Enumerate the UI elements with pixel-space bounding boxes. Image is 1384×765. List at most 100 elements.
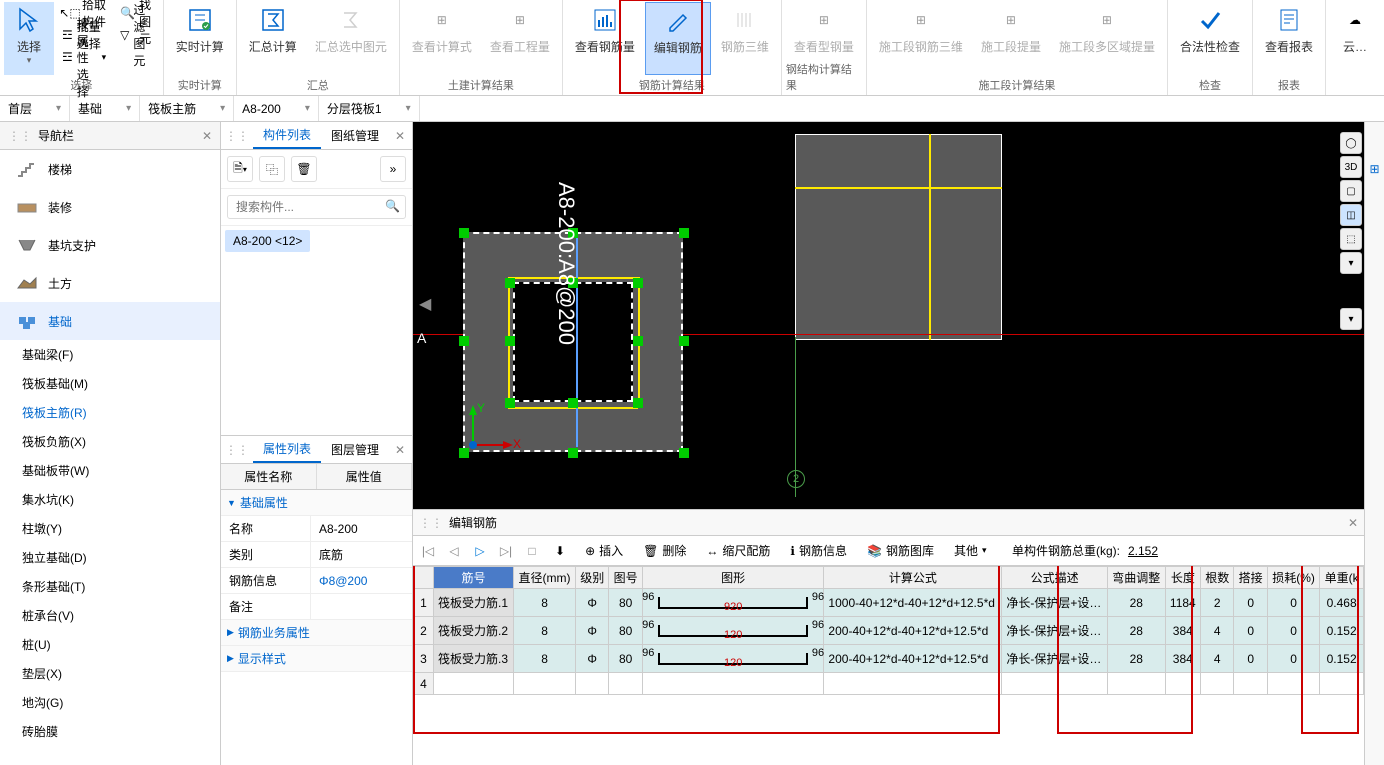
bp-other-button[interactable]: 其他▾: [948, 540, 993, 561]
grip-icon: ⋮⋮: [419, 516, 443, 530]
props-row[interactable]: 备注: [221, 594, 412, 620]
search-icon: 🔍: [385, 199, 400, 213]
summary-calc-button[interactable]: 汇总计算: [241, 2, 305, 75]
nav-item-stairs[interactable]: 楼梯: [0, 150, 220, 188]
nav-sub-item[interactable]: 筏板基础(M): [0, 369, 220, 398]
comp-tabs-close[interactable]: ✕: [389, 129, 411, 143]
formula-icon: ⊞: [428, 6, 456, 34]
tab-layer-mgmt[interactable]: 图层管理: [321, 436, 389, 463]
nav-sub-item[interactable]: 垫层(X): [0, 659, 220, 688]
props-group-basic[interactable]: ▼基础属性: [221, 490, 412, 516]
rt-3d-button[interactable]: 3D: [1340, 156, 1362, 178]
nav-last-button[interactable]: ▷|: [497, 542, 515, 560]
filter-element-button[interactable]: ▽过滤图元: [114, 24, 159, 46]
tab-drawing-mgmt[interactable]: 图纸管理: [321, 122, 389, 149]
nav-play-button[interactable]: ▷: [471, 542, 489, 560]
cloud-icon: ☁: [1341, 6, 1369, 34]
cloud-button[interactable]: ☁云…: [1330, 2, 1380, 91]
grip-icon: ⋮⋮: [221, 443, 253, 457]
stairs-icon: [16, 160, 38, 178]
nav-sub-item[interactable]: 桩(U): [0, 630, 220, 659]
rt-more-button[interactable]: ▾: [1340, 308, 1362, 330]
rebar-table: 筋号直径(mm)级别图号图形计算公式公式描述弯曲调整长度根数搭接损耗(%)单重(…: [413, 566, 1364, 765]
rt-cube-button[interactable]: ◫: [1340, 204, 1362, 226]
props-group-biz[interactable]: ▶钢筋业务属性: [221, 620, 412, 646]
nav-left-icon[interactable]: ◀: [419, 294, 431, 314]
select-label: 选择: [17, 38, 41, 55]
nav-sub-item[interactable]: 砖胎膜: [0, 717, 220, 746]
ribbon-group-cloud: ☁云…: [1326, 0, 1384, 95]
props-tabs-close[interactable]: ✕: [389, 443, 411, 457]
nav-sub-item[interactable]: 筏板主筋(R): [0, 398, 220, 427]
nav-sub-item[interactable]: 地沟(G): [0, 688, 220, 717]
nav-item-foundation[interactable]: 基础: [0, 302, 220, 340]
nav-item-earth[interactable]: 土方: [0, 264, 220, 302]
bp-delete-button[interactable]: 🗑删除: [637, 540, 692, 561]
validity-check-button[interactable]: 合法性检查: [1172, 2, 1248, 75]
rt-box-button[interactable]: ▢: [1340, 180, 1362, 202]
new-component-button[interactable]: 🗎▾: [227, 156, 253, 182]
nav-item-decor[interactable]: 装修: [0, 188, 220, 226]
copy-component-button[interactable]: ⿻: [259, 156, 285, 182]
bp-close-button[interactable]: ✕: [1348, 516, 1358, 530]
bp-insert-button[interactable]: ⊕插入: [579, 540, 629, 561]
bp-lib-button[interactable]: 📚钢筋图库: [861, 540, 940, 561]
type-selector[interactable]: 筏板主筋▾: [140, 96, 234, 121]
comp-tabs: ⋮⋮ 构件列表 图纸管理 ✕: [221, 122, 412, 150]
ribbon-group-report: 查看报表 报表: [1253, 0, 1326, 95]
filter-icon: ▽: [120, 27, 129, 43]
nav-sub-item[interactable]: 筏板负筋(X): [0, 427, 220, 456]
more-component-button[interactable]: »: [380, 156, 406, 182]
floor-selector[interactable]: 首层▾: [0, 96, 70, 121]
view-report-button[interactable]: 查看报表: [1257, 2, 1321, 75]
delete-component-button[interactable]: 🗑: [291, 156, 317, 182]
coord-axes: Y X: [463, 405, 513, 455]
rt-select-button[interactable]: ⬚: [1340, 228, 1362, 250]
category-selector[interactable]: 基础▾: [70, 96, 140, 121]
tab-component-list[interactable]: 构件列表: [253, 122, 321, 149]
rebar-qty-icon: [591, 6, 619, 34]
ribbon-group-steel: ⊞查看型钢量 钢结构计算结果: [782, 0, 867, 95]
dock-icon[interactable]: ⊞: [1369, 162, 1379, 176]
nav-stop-button[interactable]: □: [523, 542, 541, 560]
seg-qty-button: ⊞施工段提量: [973, 2, 1049, 75]
axis-marker: 2: [787, 470, 805, 488]
bp-import-button[interactable]: ⬇: [549, 542, 571, 560]
canvas-right-toolbar: ◯ 3D ▢ ◫ ⬚ ▾ ▾: [1340, 132, 1362, 330]
nav-sub-item[interactable]: 基础梁(F): [0, 340, 220, 369]
grip-icon: ⋮⋮: [8, 129, 32, 143]
select-by-prop-button[interactable]: ☲按属性选择▾: [56, 46, 112, 68]
select-button[interactable]: 选择 ▾: [4, 2, 54, 75]
canvas-viewport[interactable]: A8-200:A8@200 2 Y X A ◀ ◯ 3D ▢ ◫ ⬚ ▾ ▾: [413, 122, 1364, 509]
grip-icon: ⋮⋮: [221, 129, 253, 143]
main-area: ⋮⋮ 导航栏 ✕ 楼梯 装修 基坑支护 土方 基础 基础梁(F)筏板基础(M)筏…: [0, 122, 1384, 765]
nav-first-button[interactable]: |◁: [419, 542, 437, 560]
nav-close-button[interactable]: ✕: [202, 129, 212, 143]
comp-item[interactable]: A8-200 <12>: [225, 230, 310, 252]
props-group-display[interactable]: ▶显示样式: [221, 646, 412, 672]
search-input[interactable]: [227, 195, 406, 219]
props-row[interactable]: 钢筋信息Φ8@200: [221, 568, 412, 594]
nav-sub-item[interactable]: 集水坑(K): [0, 485, 220, 514]
nav-prev-button[interactable]: ◁: [445, 542, 463, 560]
bp-scale-button[interactable]: ↔缩尺配筋: [700, 540, 776, 561]
realtime-calc-button[interactable]: 实时计算: [168, 2, 232, 75]
table-header[interactable]: 搭接: [1234, 567, 1267, 589]
table-header[interactable]: 根数: [1200, 567, 1233, 589]
bp-info-button[interactable]: ℹ钢筋信息: [784, 540, 853, 561]
nav-sub-item[interactable]: 桩承台(V): [0, 601, 220, 630]
nav-sub-item[interactable]: 独立基础(D): [0, 543, 220, 572]
component-selector[interactable]: A8-200▾: [234, 96, 319, 121]
rt-globe-button[interactable]: ◯: [1340, 132, 1362, 154]
sigma-icon: [259, 6, 287, 34]
props-row[interactable]: 名称A8-200: [221, 516, 412, 542]
rt-down-button[interactable]: ▾: [1340, 252, 1362, 274]
nav-item-pit[interactable]: 基坑支护: [0, 226, 220, 264]
foundation-icon: [16, 312, 38, 330]
nav-sub-item[interactable]: 柱墩(Y): [0, 514, 220, 543]
layer-selector[interactable]: 分层筏板1▾: [319, 96, 420, 121]
props-row[interactable]: 类别底筋: [221, 542, 412, 568]
nav-sub-item[interactable]: 基础板带(W): [0, 456, 220, 485]
tab-props-list[interactable]: 属性列表: [253, 436, 321, 463]
nav-sub-item[interactable]: 条形基础(T): [0, 572, 220, 601]
